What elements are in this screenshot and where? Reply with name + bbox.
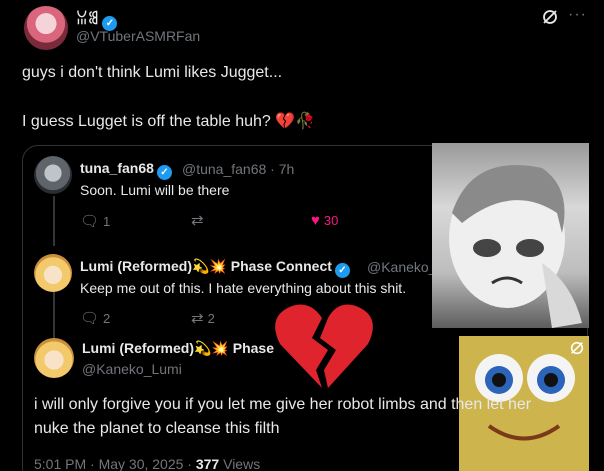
post-text-line2: I guess Lugget is off the table huh? 💔🥀 bbox=[22, 113, 316, 130]
thread-line bbox=[53, 196, 55, 246]
post-text-line1: guys i don't think Lumi likes Jugget... bbox=[22, 64, 283, 81]
reply-count: 2 bbox=[103, 311, 111, 326]
like-count: 30 bbox=[323, 213, 339, 228]
reply2-text: Keep me out of this. I hate everything a… bbox=[80, 280, 407, 296]
reply2-handle: @Kaneko_ bbox=[367, 259, 437, 275]
views-label: Views bbox=[219, 456, 261, 471]
repost-icon: ⇄ bbox=[191, 212, 204, 229]
view-count: 377 bbox=[195, 456, 220, 471]
grok-icon[interactable] bbox=[569, 340, 585, 356]
reply1-text: Soon. Lumi will be there bbox=[80, 182, 230, 198]
reply-icon: 🗨 bbox=[80, 213, 100, 230]
reply3-name[interactable]: Lumi (Reformed)💫💥 Phase bbox=[82, 340, 274, 357]
verified-icon: ✓ bbox=[334, 263, 350, 278]
author-handle[interactable]: @VTuberASMRFan bbox=[76, 28, 200, 44]
reply1-name[interactable]: tuna_fan68 ✓ bbox=[80, 160, 172, 180]
like-icon: ♥ bbox=[311, 212, 320, 229]
broken-heart-icon bbox=[275, 304, 373, 388]
repost-button[interactable]: ⇄ 2 bbox=[191, 309, 215, 327]
manga-crying-figure bbox=[449, 165, 582, 328]
author-name-text: ꈍꌃ bbox=[76, 11, 100, 28]
repost-icon: ⇄ bbox=[191, 310, 204, 327]
like-button[interactable]: ♥ 30 bbox=[311, 212, 338, 229]
reply-icon: 🗨 bbox=[80, 310, 100, 327]
avatar[interactable] bbox=[24, 6, 68, 50]
more-icon[interactable]: ··· bbox=[568, 6, 587, 24]
avatar[interactable] bbox=[34, 156, 72, 194]
reply-count: 1 bbox=[103, 214, 111, 229]
reply2-name[interactable]: Lumi (Reformed)💫💥 Phase Connect ✓ bbox=[80, 258, 350, 278]
avatar[interactable] bbox=[34, 254, 72, 292]
grok-icon[interactable] bbox=[541, 8, 559, 26]
reply-button[interactable]: 🗨 1 bbox=[80, 212, 110, 230]
timestamp-text: 5:01 PM · May 30, 2025 · bbox=[34, 456, 196, 471]
reply2-name-text: Lumi (Reformed)💫💥 Phase Connect bbox=[80, 258, 332, 274]
verified-icon: ✓ bbox=[156, 165, 172, 180]
reply3-text-line1: i will only forgive you if you let me gi… bbox=[34, 396, 532, 413]
repost-count: 2 bbox=[207, 311, 215, 326]
reply1-meta: @tuna_fan68 · 7h bbox=[182, 161, 294, 177]
reply1-handle: @tuna_fan68 bbox=[182, 161, 267, 177]
reply3-handle: @Kaneko_Lumi bbox=[82, 361, 182, 377]
thread-line bbox=[53, 286, 55, 346]
reply-button[interactable]: 🗨 2 bbox=[80, 309, 110, 327]
avatar[interactable] bbox=[34, 338, 74, 378]
reply1-name-text: tuna_fan68 bbox=[80, 160, 154, 176]
reply1-time: · 7h bbox=[270, 161, 295, 177]
post-timestamp: 5:01 PM · May 30, 2025 · 377 Views bbox=[34, 456, 260, 471]
repost-button[interactable]: ⇄ bbox=[191, 211, 208, 229]
manga-crying-image bbox=[432, 143, 589, 328]
reply3-text-line2: nuke the planet to cleanse this filth bbox=[34, 420, 280, 437]
